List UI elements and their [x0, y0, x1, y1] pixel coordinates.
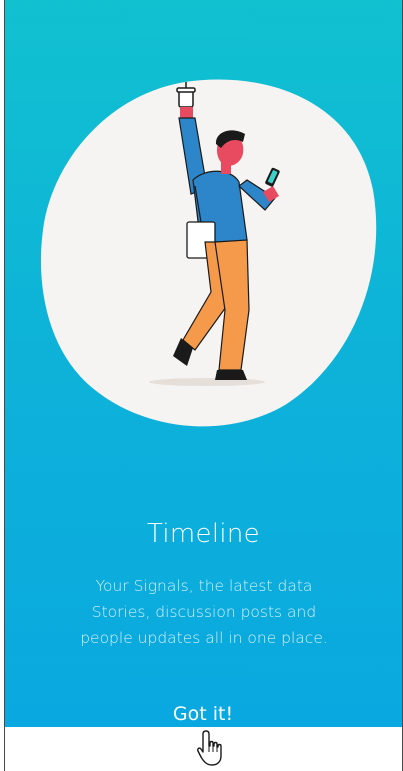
- got-it-button[interactable]: Got it!: [153, 700, 253, 727]
- ground-shadow: [149, 378, 265, 386]
- walking-man-illustration: [40, 79, 377, 427]
- device-frame: Timeline Your Signals, the latest data S…: [0, 0, 403, 771]
- onboarding-screen: Timeline Your Signals, the latest data S…: [5, 0, 402, 727]
- hand-pointer-icon: [197, 730, 222, 766]
- front-shoe: [215, 370, 247, 380]
- onboarding-title: Timeline: [147, 519, 260, 549]
- onboarding-description: Your Signals, the latest data Stories, d…: [80, 577, 328, 647]
